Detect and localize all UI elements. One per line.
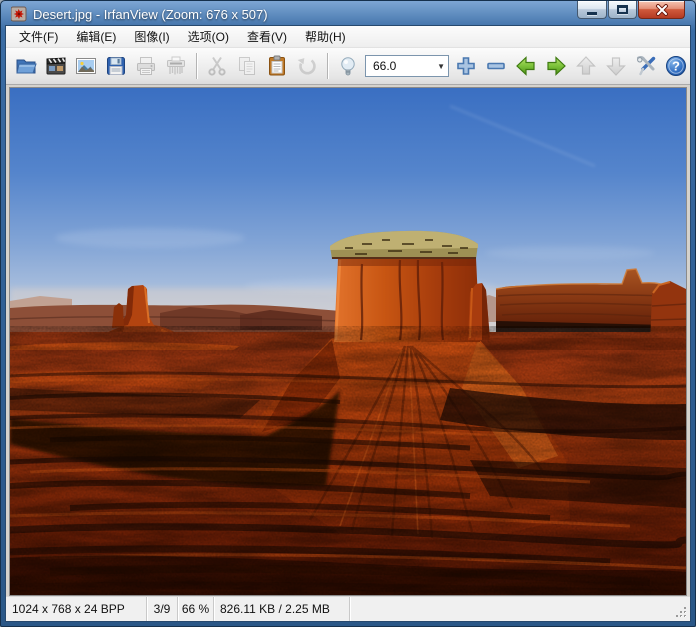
shredder-icon bbox=[164, 54, 188, 78]
viewer-background bbox=[6, 85, 690, 596]
zoom-in-button[interactable] bbox=[453, 53, 479, 79]
close-icon bbox=[655, 4, 669, 16]
settings-button[interactable] bbox=[633, 53, 659, 79]
desert-photo bbox=[10, 88, 686, 595]
copy-button[interactable] bbox=[234, 53, 260, 79]
close-button[interactable] bbox=[638, 1, 685, 19]
menu-bar: 文件(F) 编辑(E) 图像(I) 选项(O) 查看(V) 帮助(H) bbox=[6, 26, 690, 48]
print-button[interactable] bbox=[133, 53, 159, 79]
arrow-up-icon bbox=[574, 54, 598, 78]
open-button[interactable] bbox=[13, 53, 39, 79]
last-image-button[interactable] bbox=[603, 53, 629, 79]
menu-file[interactable]: 文件(F) bbox=[10, 25, 67, 48]
minus-icon bbox=[484, 54, 508, 78]
lightbulb-icon bbox=[336, 54, 360, 78]
resize-grip[interactable] bbox=[675, 606, 688, 619]
info-button[interactable] bbox=[335, 53, 361, 79]
maximize-button[interactable] bbox=[608, 1, 637, 19]
slideshow-icon bbox=[44, 54, 68, 78]
arrow-down-icon bbox=[604, 54, 628, 78]
menu-view[interactable]: 查看(V) bbox=[238, 25, 296, 48]
thumbnails-button[interactable] bbox=[73, 53, 99, 79]
maximize-icon bbox=[617, 5, 628, 14]
undo-icon bbox=[295, 54, 319, 78]
title-bar[interactable]: Desert.jpg - IrfanView (Zoom: 676 x 507) bbox=[5, 1, 691, 25]
plus-icon bbox=[454, 54, 478, 78]
arrow-right-icon bbox=[544, 53, 568, 79]
clipboard-icon bbox=[265, 54, 289, 78]
cut-button[interactable] bbox=[204, 53, 230, 79]
paste-button[interactable] bbox=[264, 53, 290, 79]
scissors-icon bbox=[205, 54, 229, 78]
zoom-out-button[interactable] bbox=[483, 53, 509, 79]
next-image-button[interactable] bbox=[543, 53, 569, 79]
chevron-down-icon[interactable]: ▼ bbox=[437, 62, 445, 71]
save-button[interactable] bbox=[103, 53, 129, 79]
window-title: Desert.jpg - IrfanView (Zoom: 676 x 507) bbox=[33, 7, 268, 22]
status-zoom-percent: 66 % bbox=[178, 597, 214, 621]
irfanview-window: Desert.jpg - IrfanView (Zoom: 676 x 507)… bbox=[0, 0, 696, 627]
undo-button[interactable] bbox=[294, 53, 320, 79]
arrow-left-icon bbox=[514, 53, 538, 79]
copy-icon bbox=[235, 54, 259, 78]
help-icon: ? bbox=[664, 54, 688, 78]
svg-text:?: ? bbox=[672, 59, 680, 74]
help-button[interactable]: ? bbox=[663, 53, 689, 79]
tools-icon bbox=[634, 54, 658, 78]
delete-button[interactable] bbox=[163, 53, 189, 79]
status-bar: 1024 x 768 x 24 BPP 3/9 66 % 826.11 KB /… bbox=[6, 596, 690, 621]
save-icon bbox=[104, 54, 128, 78]
image-canvas[interactable] bbox=[9, 87, 687, 596]
slideshow-button[interactable] bbox=[43, 53, 69, 79]
minimize-button[interactable] bbox=[577, 1, 607, 19]
zoom-input[interactable] bbox=[371, 58, 429, 74]
toolbar-separator bbox=[196, 53, 197, 79]
irfanview-app-icon bbox=[11, 6, 27, 22]
status-file-size: 826.11 KB / 2.25 MB bbox=[214, 597, 350, 621]
menu-image[interactable]: 图像(I) bbox=[125, 25, 178, 48]
zoom-combobox[interactable]: ▼ bbox=[365, 55, 449, 77]
folder-open-icon bbox=[14, 54, 38, 78]
toolbar-separator bbox=[327, 53, 328, 79]
menu-edit[interactable]: 编辑(E) bbox=[67, 25, 125, 48]
menu-help[interactable]: 帮助(H) bbox=[296, 25, 355, 48]
status-filler bbox=[350, 597, 690, 621]
printer-icon bbox=[134, 54, 158, 78]
previous-image-button[interactable] bbox=[513, 53, 539, 79]
minimize-icon bbox=[587, 12, 597, 15]
status-file-index: 3/9 bbox=[147, 597, 178, 621]
image-icon bbox=[74, 54, 98, 78]
status-image-dimensions: 1024 x 768 x 24 BPP bbox=[6, 597, 147, 621]
menu-options[interactable]: 选项(O) bbox=[179, 25, 238, 48]
first-image-button[interactable] bbox=[573, 53, 599, 79]
toolbar: ▼ bbox=[6, 48, 690, 85]
